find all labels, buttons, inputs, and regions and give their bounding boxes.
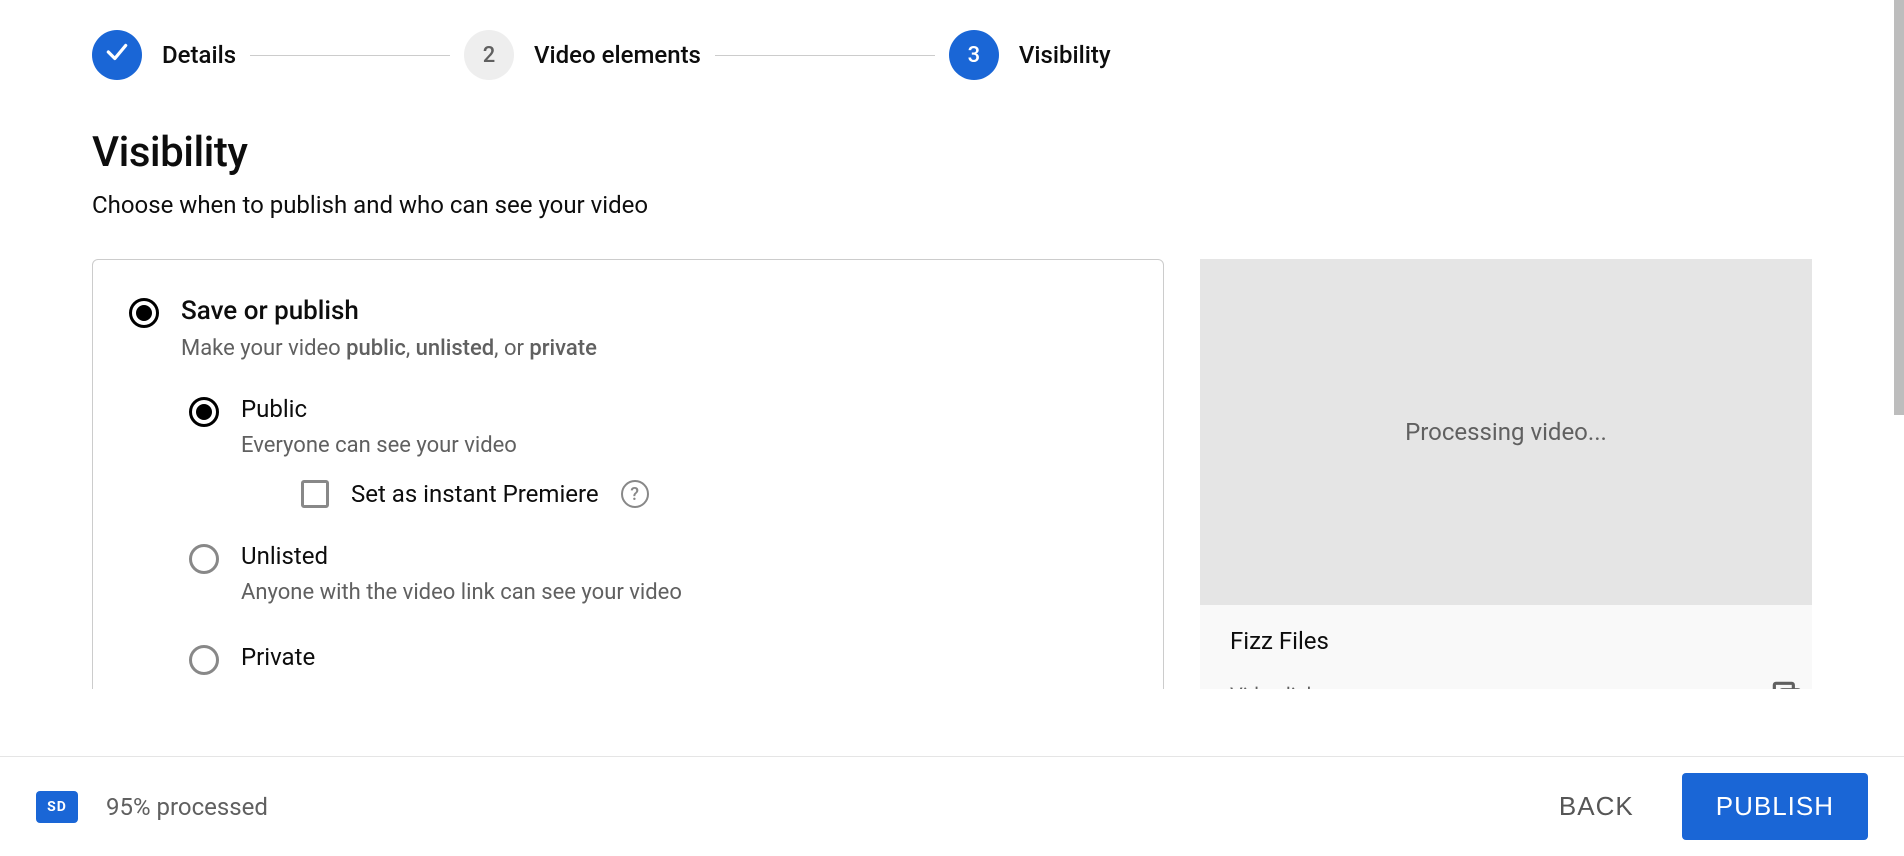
radio-save-or-publish[interactable] [129,298,159,328]
help-icon[interactable]: ? [621,480,649,508]
processing-text: Processing video... [1405,418,1607,446]
video-preview-meta: Fizz Files Video link [1200,605,1812,689]
step-details[interactable]: Details [92,30,236,80]
check-icon [92,30,142,80]
group-title: Save or publish [181,296,597,326]
option-label: Public [241,395,649,423]
group-description: Make your video public, unlisted, or pri… [181,332,597,365]
option-label: Private [241,643,315,671]
radio-unlisted[interactable] [189,544,219,574]
premiere-label: Set as instant Premiere [351,480,599,508]
option-description: Everyone can see your video [241,429,649,462]
checkbox-premiere[interactable] [301,480,329,508]
video-preview-placeholder: Processing video... [1200,259,1812,605]
save-or-publish-group[interactable]: Save or publish Make your video public, … [129,296,1123,365]
step-number-icon: 3 [949,30,999,80]
video-link-label: Video link [1230,683,1782,689]
option-private[interactable]: Private [189,643,1123,675]
group-desc-text: , or [494,336,529,361]
premiere-row: Set as instant Premiere ? [301,480,649,508]
stepper: Details 2 Video elements 3 Visibility [0,0,1904,80]
page-subtitle: Choose when to publish and who can see y… [92,191,1904,219]
step-connector [250,55,450,56]
step-number-icon: 2 [464,30,514,80]
page-heading: Visibility Choose when to publish and wh… [0,80,1904,219]
step-video-elements[interactable]: 2 Video elements [464,30,701,80]
sd-badge-icon: SD [36,791,78,823]
publish-button[interactable]: PUBLISH [1682,773,1868,840]
page-title: Visibility [92,128,1904,177]
step-visibility[interactable]: 3 Visibility [949,30,1111,80]
radio-private[interactable] [189,645,219,675]
option-label: Unlisted [241,542,682,570]
step-connector [715,55,935,56]
video-preview-panel: Processing video... Fizz Files Video lin… [1200,259,1812,689]
group-desc-bold: unlisted [416,336,495,361]
group-desc-text: Make your video [181,336,346,361]
step-label: Visibility [1019,41,1111,69]
footer-bar: SD 95% processed BACK PUBLISH [0,756,1904,856]
step-label: Video elements [534,41,701,69]
radio-public[interactable] [189,397,219,427]
upload-progress-text: 95% processed [106,793,268,821]
visibility-options-card: Save or publish Make your video public, … [92,259,1164,689]
scrollbar[interactable] [1894,0,1904,415]
video-title: Fizz Files [1230,627,1782,655]
option-public[interactable]: Public Everyone can see your video Set a… [189,395,1123,508]
visibility-sub-options: Public Everyone can see your video Set a… [189,395,1123,675]
back-button[interactable]: BACK [1533,777,1660,836]
group-desc-bold: private [529,336,596,361]
option-unlisted[interactable]: Unlisted Anyone with the video link can … [189,542,1123,609]
group-desc-text: , [406,336,416,361]
group-desc-bold: public [346,336,406,361]
step-label: Details [162,41,236,69]
option-description: Anyone with the video link can see your … [241,576,682,609]
copy-icon[interactable] [1768,677,1806,689]
